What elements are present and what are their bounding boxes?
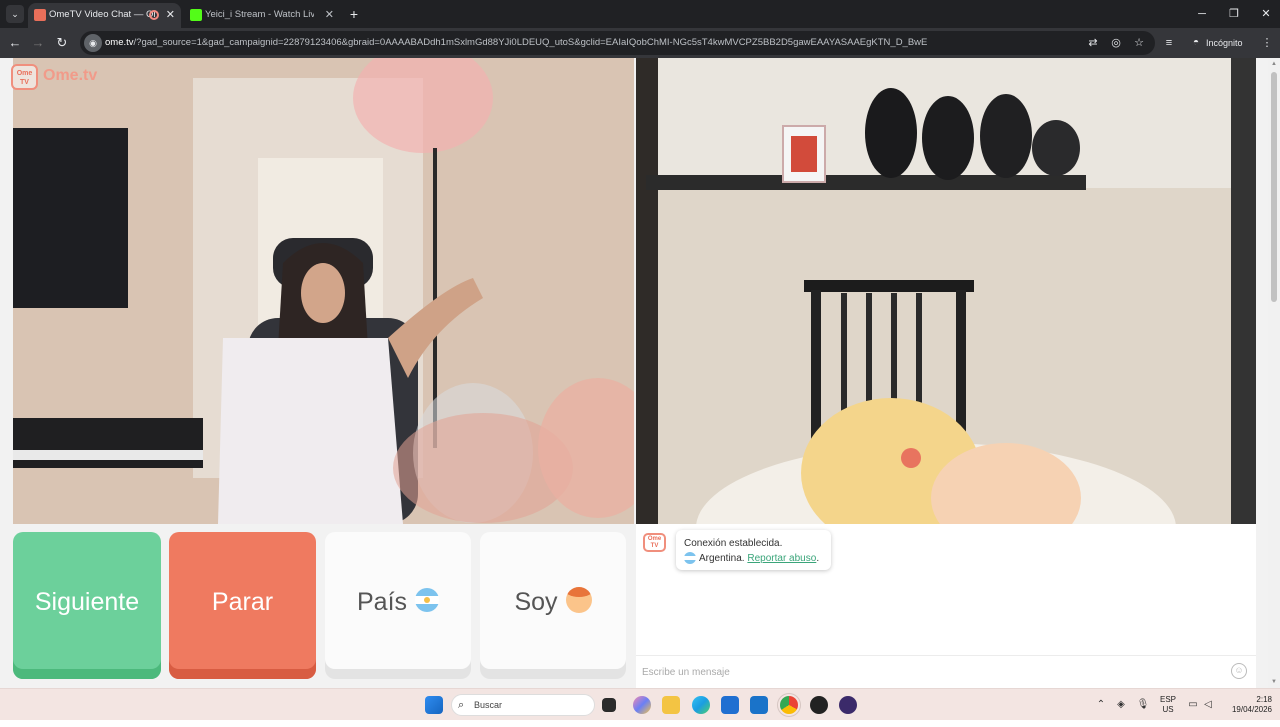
windows-start-icon[interactable] [425,696,443,714]
report-abuse-link[interactable]: Reportar abuso [747,553,816,564]
tab-search-button[interactable]: ⌄ [6,5,24,23]
incognito-icon: ◓ [1192,37,1200,48]
reload-icon[interactable]: ↻ [51,32,73,54]
partner-country-line: Argentina. Reportar abuso. [684,551,823,566]
incognito-indicator[interactable]: ◓ Incógnito [1186,34,1243,52]
keyboard-layout: US [1162,705,1174,714]
ometv-chat-logo-icon: Ome TV [643,533,666,552]
stop-button[interactable]: Parar [169,532,316,679]
scroll-down-icon[interactable]: ▼ [1270,678,1278,686]
gender-select-button[interactable]: Soy [480,532,626,679]
reading-list-icon[interactable]: ≡ [1158,32,1180,54]
ometv-favicon-icon [34,9,46,21]
display-icon[interactable]: ▭ [1186,698,1200,712]
next-button[interactable]: Siguiente [13,532,161,679]
ometv-page: Ome TV Ome.tv Siguiente Parar País Soy O… [0,58,1268,688]
browser-toolbar: ← → ↻ ◉ ome.tv/?gad_source=1&gad_campaig… [0,28,1280,58]
recorder-app-icon[interactable] [810,696,828,714]
chat-panel: Ome TV Conexión establecida. Argentina. … [636,524,1256,688]
message-composer: ☺ [636,655,1256,688]
url-host: ome.tv [105,37,134,48]
new-tab-button[interactable]: + [345,3,363,25]
language-code: ESP [1159,695,1176,704]
scroll-thumb[interactable] [1271,72,1277,302]
browser-tab-strip: ⌄ OmeTV Video Chat — Ome ✕ Yeici_i Strea… [0,0,1280,28]
url-path: /?gad_source=1&gad_campaignid=2287912340… [133,37,928,48]
search-icon: ⌕ [458,699,465,711]
file-explorer-icon[interactable] [662,696,680,714]
copilot-icon[interactable] [633,696,651,714]
clock-time: 2:18 [1256,695,1272,704]
ometv-logo-text: Ome.tv [43,67,98,84]
ometv-logo-icon: Ome TV [11,64,38,90]
windows-taskbar: ⌕ Buscar ⌃ ◈ 🎙 ESP US ▭ ◁ 2:18 19/04/2026 [0,688,1280,720]
minimize-icon[interactable]: ─ [1186,0,1218,28]
address-bar[interactable]: ◉ ome.tv/?gad_source=1&gad_campaignid=22… [80,31,1155,55]
scroll-up-icon[interactable]: ▲ [1270,60,1278,68]
kick-favicon-icon [190,9,202,21]
chrome-icon[interactable] [780,696,798,714]
network-icon[interactable]: ◈ [1114,698,1128,712]
restore-icon[interactable]: ❐ [1218,0,1250,28]
tab-kick-stream[interactable]: Yeici_i Stream - Watch Live on K ✕ [184,3,340,28]
url-text[interactable]: ome.tv/?gad_source=1&gad_campaignid=2287… [105,31,1075,55]
edge-browser-icon[interactable] [692,696,710,714]
close-window-icon[interactable]: ✕ [1250,0,1280,28]
recording-indicator-icon [149,10,159,20]
bookmark-star-icon[interactable]: ☆ [1129,33,1149,53]
site-info-icon[interactable]: ◉ [84,34,102,52]
message-input[interactable] [642,662,1222,682]
store-icon[interactable] [721,696,739,714]
clock[interactable]: 2:18 19/04/2026 [1222,695,1272,727]
input-language-indicator[interactable]: ESP US [1156,695,1180,727]
tab-title: OmeTV Video Chat — Ome [49,9,155,20]
back-arrow-icon[interactable]: ← [4,32,26,54]
taskbar-search-placeholder: Buscar [474,700,503,710]
partner-country: Argentina. [699,553,745,564]
microphone-icon[interactable]: 🎙 [1136,698,1150,712]
emoji-picker-icon[interactable]: ☺ [1231,663,1247,679]
connection-status-text: Conexión establecida. [684,538,783,549]
remote-video [13,58,634,524]
country-button-label: País [356,588,408,616]
incognito-label: Incógnito [1206,38,1243,48]
page-scrollbar[interactable]: ▲ ▼ [1268,58,1280,688]
task-view-icon[interactable] [602,698,616,712]
boy-avatar-icon [565,587,592,614]
taskbar-search[interactable]: ⌕ Buscar [451,694,595,716]
translate-icon[interactable]: ⇄ [1083,33,1103,53]
next-button-label: Siguiente [34,588,140,616]
country-select-button[interactable]: País [325,532,471,679]
system-message: Conexión establecida. Argentina. Reporta… [676,530,831,570]
outlook-icon[interactable] [750,696,768,714]
tab-ometv[interactable]: OmeTV Video Chat — Ome ✕ [28,3,181,28]
close-tab-icon[interactable]: ✕ [166,3,175,27]
gender-button-label: Soy [514,588,558,616]
argentina-flag-small-icon [684,552,696,565]
clock-date: 19/04/2026 [1231,705,1272,714]
local-video [636,58,1256,524]
close-tab-icon[interactable]: ✕ [325,3,334,27]
tab-title: Yeici_i Stream - Watch Live on K [205,9,314,20]
argentina-flag-icon [415,588,440,613]
report-suffix: . [816,553,820,564]
more-menu-icon[interactable]: ⋮ [1256,32,1278,54]
forward-arrow-icon[interactable]: → [27,32,49,54]
stop-button-label: Parar [211,588,274,616]
local-video-frame [636,58,1256,524]
eye-off-icon[interactable]: ◎ [1106,33,1126,53]
obs-icon[interactable] [839,696,857,714]
volume-icon[interactable]: ◁ [1201,698,1215,712]
show-hidden-icons-icon[interactable]: ⌃ [1094,698,1108,712]
remote-video-frame [13,58,634,524]
